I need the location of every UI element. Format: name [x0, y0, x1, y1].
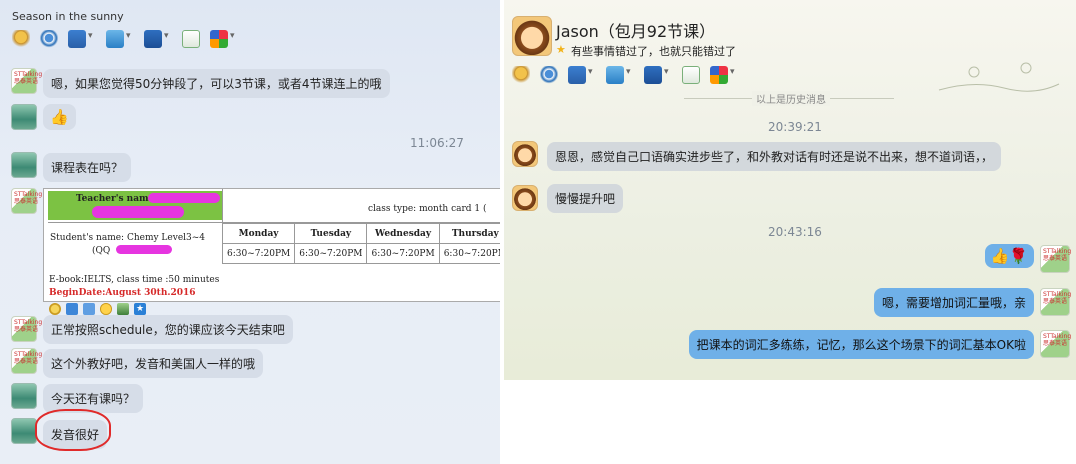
avatar[interactable] — [512, 141, 538, 167]
screen-share-icon[interactable] — [68, 30, 93, 48]
message-bubble: 课程表在吗？ — [43, 153, 132, 182]
day-header: Tuesday — [294, 223, 368, 244]
begin-date: BeginDate:August 30th.2016 — [49, 288, 196, 298]
message-timestamp: 20:43:16 — [768, 225, 822, 239]
message-bubble: 👍🌹 — [984, 244, 1034, 268]
apps-icon[interactable] — [710, 66, 735, 84]
avatar-badge: STTalking 思泰英语 — [1043, 248, 1072, 262]
avatar[interactable]: STTalking 思泰英语 — [11, 348, 42, 374]
star-icon: ★ — [556, 43, 566, 56]
right-chat-window: Jason（包月92节课） ★ 有些事情错过了，也就只能错过了 以上是历史消息 … — [504, 0, 1076, 380]
message-bubble: 正常按照schedule，您的课应该今天结束吧 — [43, 315, 293, 344]
redaction-mark — [148, 193, 220, 203]
message-bubble: 这个外教好吧，发音和美国人一样的哦 — [43, 349, 264, 378]
schedule-image[interactable]: Teacher's name class type: month card 1 … — [43, 188, 500, 302]
avatar-badge: STTalking 思泰英语 — [1043, 291, 1072, 305]
favorite-icon[interactable]: ★ — [134, 303, 146, 315]
avatar[interactable]: STTalking 思泰英语 — [1040, 330, 1072, 358]
message-bubble: 恩恩，感觉自己口语确实进步些了，和外教对话有时还是说不出来，想不道词语，， — [547, 142, 1002, 171]
message-bubble: 慢慢提升吧 — [547, 184, 624, 213]
avatar[interactable] — [512, 185, 538, 211]
day-header: Thursday — [438, 223, 500, 244]
message-bubble: 👍 — [43, 104, 76, 130]
copy-image-icon[interactable] — [66, 303, 78, 315]
time-cell: 6:30~7:20PM — [294, 243, 368, 264]
avatar[interactable] — [11, 152, 37, 178]
avatar[interactable]: STTalking 思泰英语 — [11, 68, 42, 94]
send-file-icon[interactable] — [106, 30, 131, 48]
day-header: Wednesday — [366, 223, 440, 244]
avatar[interactable]: STTalking 思泰英语 — [1040, 288, 1072, 316]
day-header: Monday — [221, 223, 296, 244]
avatar[interactable]: STTalking 思泰英语 — [11, 188, 42, 214]
teacher-label: Teacher's name — [76, 194, 155, 204]
time-cell: 6:30~7:20PM — [366, 243, 440, 264]
time-cell: 6:30~7:20PM — [221, 243, 296, 264]
status-text: 有些事情错过了，也就只能错过了 — [571, 45, 736, 58]
avatar-badge: STTalking 思泰英语 — [14, 319, 43, 333]
avatar[interactable] — [11, 383, 37, 409]
red-annotation-circle — [35, 409, 111, 451]
avatar[interactable] — [11, 418, 37, 444]
avatar-badge: STTalking 思泰英语 — [14, 351, 43, 365]
image-actions: ★ — [49, 303, 146, 315]
message-bubble: 嗯，需要增加词汇量哦，亲 — [873, 288, 1034, 317]
forward-image-icon[interactable] — [83, 303, 95, 315]
teacher-cell: Teacher's name — [48, 191, 222, 220]
qq-label: (QQ — [92, 246, 111, 256]
left-chat-window: Season in the sunny STTalking 思泰英语 嗯，如果您… — [0, 0, 500, 464]
picture-icon[interactable] — [117, 303, 129, 315]
save-image-icon[interactable] — [49, 303, 61, 315]
background-sketch — [938, 62, 1060, 92]
emoji-icon[interactable] — [100, 303, 112, 315]
microphone-icon[interactable] — [512, 66, 530, 84]
avatar-badge: STTalking 思泰英语 — [14, 191, 43, 205]
window-title: Season in the sunny — [12, 10, 124, 23]
message-timestamp: 11:06:27 — [410, 136, 464, 150]
student-label: Student's name: Chemy Level3~4 — [50, 233, 206, 243]
remote-assist-icon[interactable] — [644, 66, 669, 84]
avatar-badge: STTalking 思泰英语 — [14, 71, 43, 85]
message-bubble: 嗯，如果您觉得50分钟段了，可以3节课，或者4节课连上的哦 — [43, 69, 390, 98]
avatar[interactable]: STTalking 思泰英语 — [1040, 245, 1072, 273]
webcam-icon[interactable] — [540, 66, 558, 84]
ebook-info: E-book:IELTS, class time :50 minutes — [49, 275, 220, 285]
history-divider: 以上是历史消息 — [752, 91, 830, 106]
contact-avatar[interactable] — [512, 16, 552, 56]
redaction-mark — [116, 245, 172, 254]
document-icon[interactable] — [182, 30, 200, 48]
contact-name: Jason（包月92节课） — [556, 22, 716, 41]
send-file-icon[interactable] — [606, 66, 631, 84]
avatar[interactable]: STTalking 思泰英语 — [11, 316, 42, 342]
webcam-icon[interactable] — [40, 30, 58, 48]
avatar-badge: STTalking 思泰英语 — [1043, 333, 1072, 347]
redaction-mark — [92, 206, 184, 218]
time-cell: 6:30~7:20PM — [438, 243, 500, 264]
message-bubble: 把课本的词汇多练练，记忆，那么这个场景下的词汇基本OK啦 — [688, 330, 1034, 359]
avatar[interactable] — [11, 104, 37, 130]
chat-toolbar — [512, 66, 735, 84]
class-type: class type: month card 1 ( — [368, 204, 487, 214]
schedule-table: Monday Tuesday Wednesday Thursday 6:30~7… — [221, 223, 500, 264]
screen-share-icon[interactable] — [568, 66, 593, 84]
apps-icon[interactable] — [210, 30, 235, 48]
chat-toolbar — [12, 30, 235, 48]
document-icon[interactable] — [682, 66, 700, 84]
message-timestamp: 20:39:21 — [768, 120, 822, 134]
microphone-icon[interactable] — [12, 30, 30, 48]
remote-assist-icon[interactable] — [144, 30, 169, 48]
